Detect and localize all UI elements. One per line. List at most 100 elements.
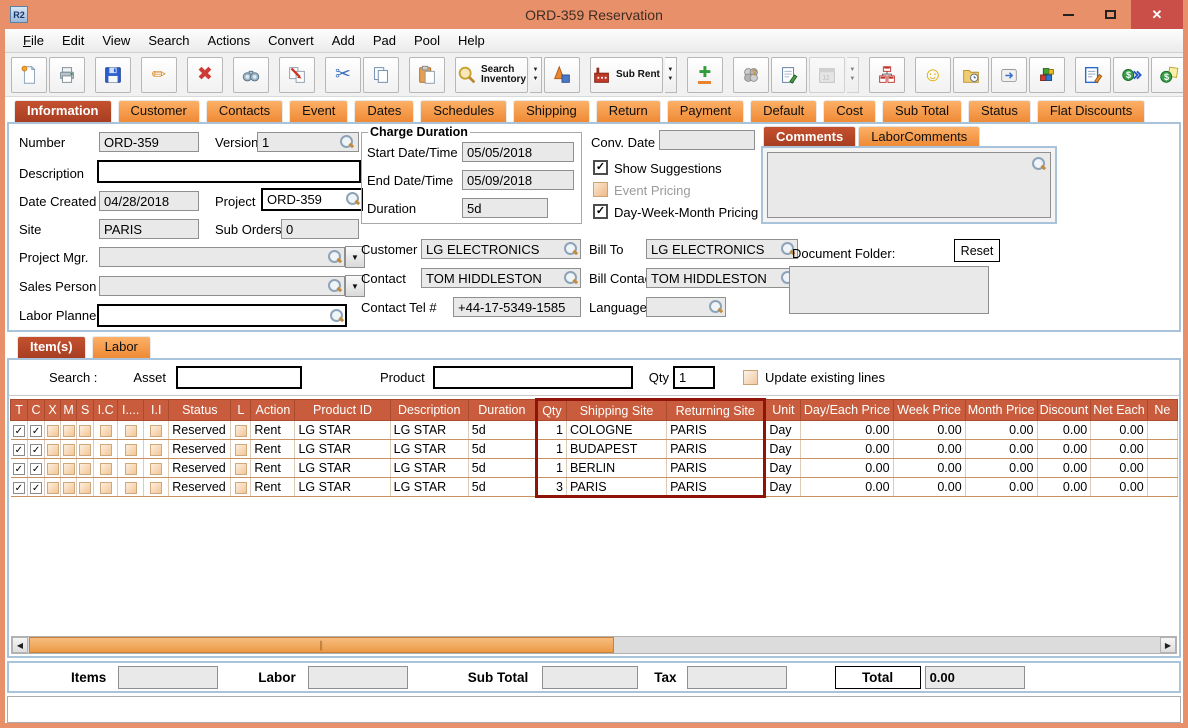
- menu-item-search[interactable]: Search: [139, 30, 198, 51]
- tab-customer[interactable]: Customer: [118, 100, 200, 122]
- scroll-left-arrow[interactable]: ◀: [12, 637, 28, 653]
- cell-duration[interactable]: 5d: [468, 440, 536, 459]
- column-header-m[interactable]: M: [61, 400, 77, 421]
- org-chart-button[interactable]: [869, 57, 905, 93]
- cell-month_price[interactable]: 0.00: [965, 421, 1037, 440]
- sub-rent-dropdown[interactable]: ▼▼: [665, 57, 677, 93]
- cell-qty[interactable]: 3: [536, 478, 566, 497]
- unchecked-checkbox-icon[interactable]: [63, 463, 75, 475]
- cell-description[interactable]: LG STAR: [390, 459, 468, 478]
- unchecked-checkbox-icon[interactable]: [100, 482, 112, 494]
- row-checkbox-cell[interactable]: ✓: [11, 421, 28, 440]
- customer-lookup-icon[interactable]: [563, 241, 578, 256]
- find-button[interactable]: [233, 57, 269, 93]
- cell-duration[interactable]: 5d: [468, 421, 536, 440]
- cell-status[interactable]: Reserved: [169, 421, 231, 440]
- money-notes-button[interactable]: $: [1151, 57, 1187, 93]
- column-header-unit[interactable]: Unit: [765, 400, 801, 421]
- unchecked-checkbox-icon[interactable]: [79, 482, 91, 494]
- row-checkbox-cell[interactable]: ✓: [28, 478, 45, 497]
- checked-checkbox-icon[interactable]: ✓: [30, 444, 42, 456]
- labor-planner-field[interactable]: [97, 304, 347, 327]
- checked-checkbox-icon[interactable]: ✓: [13, 425, 25, 437]
- cell-month_price[interactable]: 0.00: [965, 459, 1037, 478]
- menu-item-edit[interactable]: Edit: [53, 30, 93, 51]
- tab-schedules[interactable]: Schedules: [420, 100, 507, 122]
- paste-button[interactable]: [409, 57, 445, 93]
- form-edit-button[interactable]: [1075, 57, 1111, 93]
- unchecked-checkbox-icon[interactable]: [47, 444, 59, 456]
- print-button[interactable]: [49, 57, 85, 93]
- maximize-button[interactable]: [1089, 0, 1131, 29]
- cell-day_each_price[interactable]: 0.00: [801, 440, 893, 459]
- row-checkbox-cell[interactable]: [144, 478, 169, 497]
- tab-dates[interactable]: Dates: [354, 100, 414, 122]
- tab-shipping[interactable]: Shipping: [513, 100, 590, 122]
- column-header-i-c[interactable]: I.C: [94, 400, 118, 421]
- menu-item-help[interactable]: Help: [449, 30, 494, 51]
- row-checkbox-cell[interactable]: [94, 478, 118, 497]
- row-checkbox-cell[interactable]: [231, 440, 251, 459]
- unchecked-checkbox-icon[interactable]: [100, 425, 112, 437]
- row-checkbox-cell[interactable]: [61, 421, 77, 440]
- unchecked-checkbox-icon[interactable]: [150, 425, 162, 437]
- column-header-returning-site[interactable]: Returning Site: [667, 400, 765, 421]
- tab-comments[interactable]: Comments: [763, 126, 856, 146]
- save-button[interactable]: [95, 57, 131, 93]
- tab-flat-discounts[interactable]: Flat Discounts: [1037, 100, 1145, 122]
- cell-month_price[interactable]: 0.00: [965, 478, 1037, 497]
- tab-laborcomments[interactable]: LaborComments: [858, 126, 980, 146]
- sub-rent-button[interactable]: Sub Rent: [590, 57, 663, 93]
- cell-discount[interactable]: 0.00: [1037, 459, 1091, 478]
- tab-contacts[interactable]: Contacts: [206, 100, 283, 122]
- unchecked-checkbox-icon[interactable]: [235, 463, 247, 475]
- unchecked-checkbox-icon[interactable]: [125, 482, 137, 494]
- cell-duration[interactable]: 5d: [468, 459, 536, 478]
- row-checkbox-cell[interactable]: ✓: [28, 421, 45, 440]
- cell-returning_site[interactable]: PARIS: [667, 459, 765, 478]
- row-checkbox-cell[interactable]: [45, 478, 61, 497]
- project-mgr-field[interactable]: [99, 247, 345, 267]
- comments-lookup-icon[interactable]: [1031, 156, 1046, 171]
- column-header-l[interactable]: L: [231, 400, 251, 421]
- cell-description[interactable]: LG STAR: [390, 478, 468, 497]
- row-checkbox-cell[interactable]: [118, 440, 144, 459]
- column-header-i[interactable]: I....: [118, 400, 144, 421]
- unchecked-checkbox-icon[interactable]: [235, 444, 247, 456]
- menu-item-add[interactable]: Add: [323, 30, 364, 51]
- unchecked-checkbox-icon[interactable]: [47, 482, 59, 494]
- contact-lookup-icon[interactable]: [563, 270, 578, 285]
- tab-labor[interactable]: Labor: [92, 336, 151, 358]
- scrollbar-thumb[interactable]: ║: [29, 637, 614, 653]
- cell-month_price[interactable]: 0.00: [965, 440, 1037, 459]
- menu-item-convert[interactable]: Convert: [259, 30, 323, 51]
- row-checkbox-cell[interactable]: [61, 459, 77, 478]
- column-header-action[interactable]: Action: [251, 400, 295, 421]
- row-checkbox-cell[interactable]: [61, 478, 77, 497]
- update-existing-lines-checkbox[interactable]: [743, 370, 758, 385]
- cell-net_each[interactable]: 0.00: [1091, 440, 1148, 459]
- table-empty-area[interactable]: [9, 498, 1179, 636]
- calendar-dropdown[interactable]: ▼▼: [847, 57, 859, 93]
- cell-shipping_site[interactable]: COLOGNE: [566, 421, 666, 440]
- cell-status[interactable]: Reserved: [169, 478, 231, 497]
- cell-net_each[interactable]: 0.00: [1091, 421, 1148, 440]
- menu-item-pool[interactable]: Pool: [405, 30, 449, 51]
- column-header-i-i[interactable]: I.I: [144, 400, 169, 421]
- menu-item-pad[interactable]: Pad: [364, 30, 405, 51]
- cell-product_id[interactable]: LG STAR: [295, 478, 390, 497]
- sales-person-lookup-icon[interactable]: [327, 278, 342, 293]
- folder-clock-button[interactable]: [953, 57, 989, 93]
- unchecked-checkbox-icon[interactable]: [235, 425, 247, 437]
- unchecked-checkbox-icon[interactable]: [63, 444, 75, 456]
- cell-product_id[interactable]: LG STAR: [295, 421, 390, 440]
- unchecked-checkbox-icon[interactable]: [63, 482, 75, 494]
- cell-action[interactable]: Rent: [251, 421, 295, 440]
- row-checkbox-cell[interactable]: [231, 459, 251, 478]
- row-checkbox-cell[interactable]: [118, 478, 144, 497]
- cell-discount[interactable]: 0.00: [1037, 440, 1091, 459]
- column-header-month-price[interactable]: Month Price: [965, 400, 1037, 421]
- tab-item-s[interactable]: Item(s): [17, 336, 86, 358]
- column-header-week-price[interactable]: Week Price: [893, 400, 965, 421]
- sales-person-field[interactable]: [99, 276, 345, 296]
